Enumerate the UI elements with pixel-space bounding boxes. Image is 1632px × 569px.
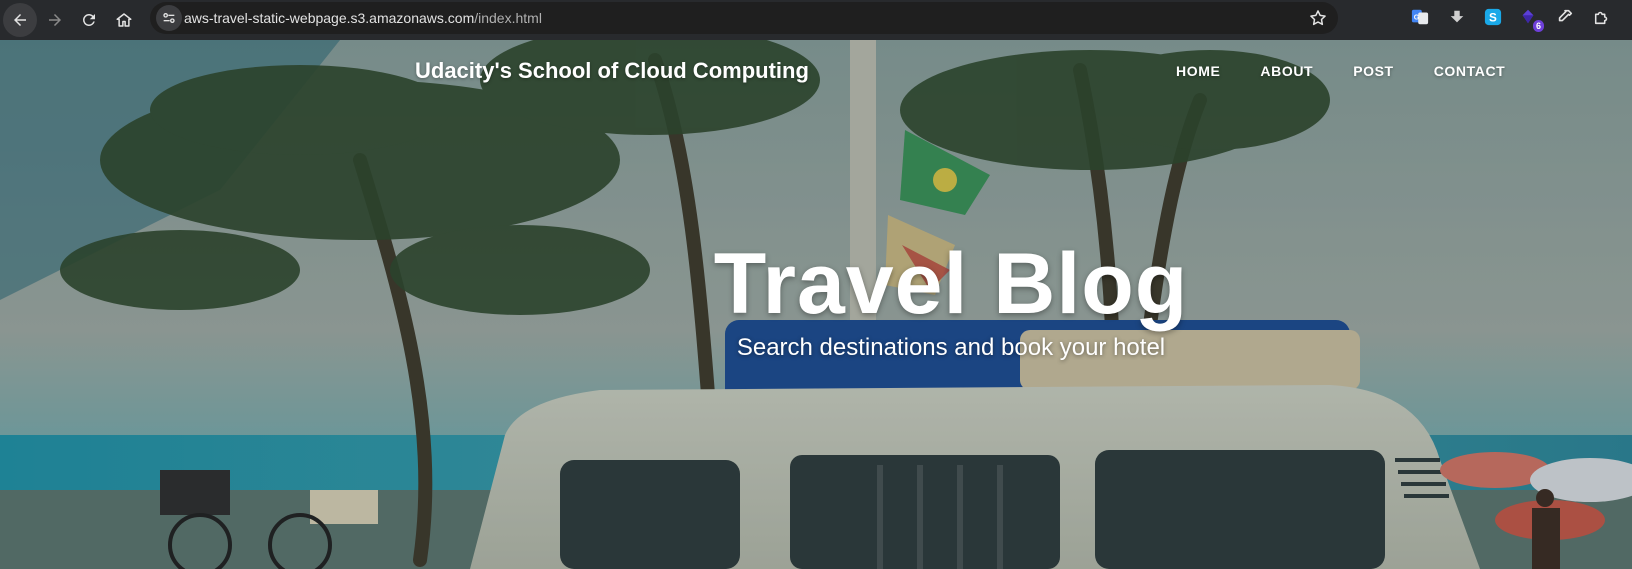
download-arrow-icon (1450, 10, 1464, 23)
address-bar[interactable]: aws-travel-static-webpage.s3.amazonaws.c… (150, 2, 1338, 34)
google-translate-icon: G (1411, 9, 1429, 25)
eyedropper-extension[interactable] (1555, 7, 1575, 27)
page-viewport: Udacity's School of Cloud Computing HOME… (0, 40, 1632, 569)
reload-button[interactable] (72, 3, 106, 37)
url-path: /index.html (474, 10, 542, 26)
hero-subtitle: Search destinations and book your hotel (736, 334, 1166, 361)
home-icon (116, 13, 132, 27)
extensions-menu-button[interactable] (1592, 7, 1612, 27)
download-extension[interactable] (1447, 7, 1467, 27)
nav-about-link[interactable]: ABOUT (1260, 63, 1313, 79)
hero-title: Travel Blog (713, 236, 1189, 332)
s-extension[interactable]: S (1483, 7, 1503, 27)
bookmark-star-icon[interactable] (1308, 8, 1328, 28)
url-host: aws-travel-static-webpage.s3.amazonaws.c… (184, 10, 475, 26)
google-translate-extension[interactable]: G (1410, 7, 1430, 27)
nav-home-link[interactable]: HOME (1176, 63, 1220, 79)
url-text[interactable]: aws-travel-static-webpage.s3.amazonaws.c… (184, 2, 542, 34)
nav-links: HOME ABOUT POST CONTACT (1176, 63, 1505, 79)
forward-icon (49, 14, 61, 26)
site-info-icon (163, 13, 175, 23)
s-extension-icon: S (1484, 8, 1502, 26)
nav-contact-link[interactable]: CONTACT (1434, 63, 1506, 79)
back-button[interactable] (3, 3, 37, 37)
browser-toolbar: aws-travel-static-webpage.s3.amazonaws.c… (0, 0, 1632, 40)
eyedropper-icon (1558, 9, 1573, 22)
hero-heading-block: Travel Blog Search destinations and book… (0, 236, 1632, 362)
forward-button[interactable] (38, 3, 72, 37)
site-info-button[interactable] (156, 5, 182, 31)
reload-icon (82, 13, 95, 26)
site-navbar: Udacity's School of Cloud Computing HOME… (0, 40, 1632, 110)
svg-text:G: G (1414, 13, 1420, 22)
site-brand-link[interactable]: Udacity's School of Cloud Computing (415, 58, 809, 84)
home-button[interactable] (107, 3, 141, 37)
back-icon (14, 14, 26, 26)
purple-gem-extension[interactable]: 6 (1518, 7, 1544, 32)
puzzle-extensions-icon (1594, 11, 1608, 25)
nav-post-link[interactable]: POST (1353, 63, 1394, 79)
extension-badge: 6 (1532, 20, 1544, 32)
svg-text:S: S (1489, 12, 1497, 25)
